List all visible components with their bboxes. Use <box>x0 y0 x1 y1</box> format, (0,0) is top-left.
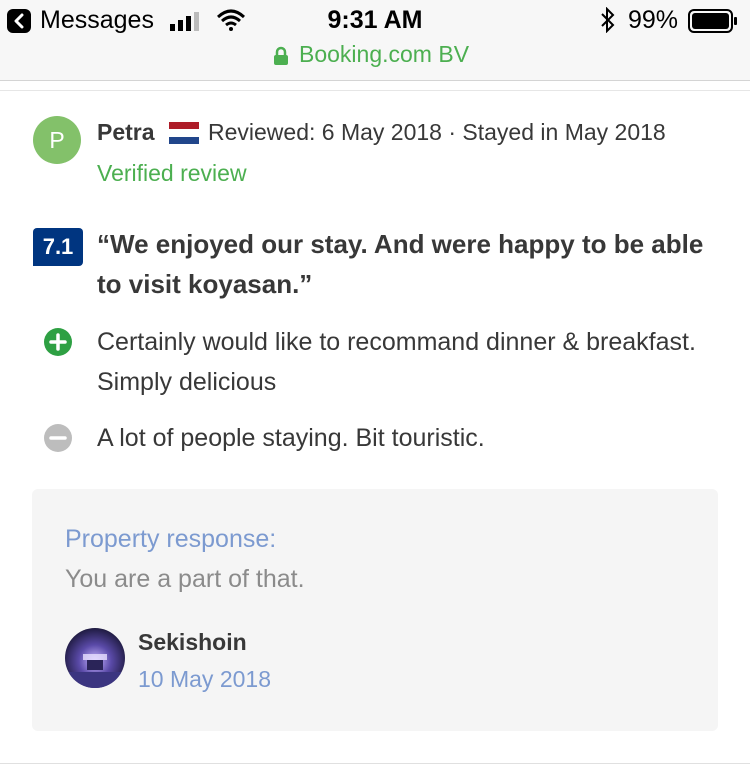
score-badge: 7.1 <box>33 228 83 266</box>
property-avatar <box>65 628 125 688</box>
reviewer-avatar: P <box>33 116 81 164</box>
verified-review-label: Verified review <box>97 160 247 186</box>
plus-icon <box>44 328 72 356</box>
response-date: 10 May 2018 <box>138 666 271 692</box>
minus-icon <box>44 424 72 452</box>
property-name: Sekishoin <box>138 629 247 655</box>
divider <box>0 763 750 764</box>
bluetooth-icon <box>601 7 615 33</box>
divider <box>0 90 750 91</box>
review-negative: A lot of people staying. Bit touristic. <box>97 424 485 452</box>
property-response-label: Property response: <box>65 525 277 553</box>
status-bar: Messages 9:31 AM 99% <box>0 0 750 42</box>
battery-icon <box>688 9 737 33</box>
site-name: Booking.com BV <box>299 41 470 67</box>
review-title: “We enjoyed our stay. And were happy to … <box>97 229 704 299</box>
lock-icon <box>274 46 288 65</box>
netherlands-flag-icon <box>169 122 199 144</box>
property-response-box: Property response: You are a part of tha… <box>32 489 718 731</box>
property-response-text: You are a part of that. <box>65 565 305 593</box>
reviewer-name: Petra <box>97 119 155 145</box>
address-bar[interactable]: Booking.com BV <box>0 41 750 81</box>
battery-percent: 99% <box>628 6 679 34</box>
review-meta: Reviewed: 6 May 2018 · Stayed in May 201… <box>208 119 666 145</box>
review-positive: Certainly would like to recommand dinner… <box>97 328 696 396</box>
